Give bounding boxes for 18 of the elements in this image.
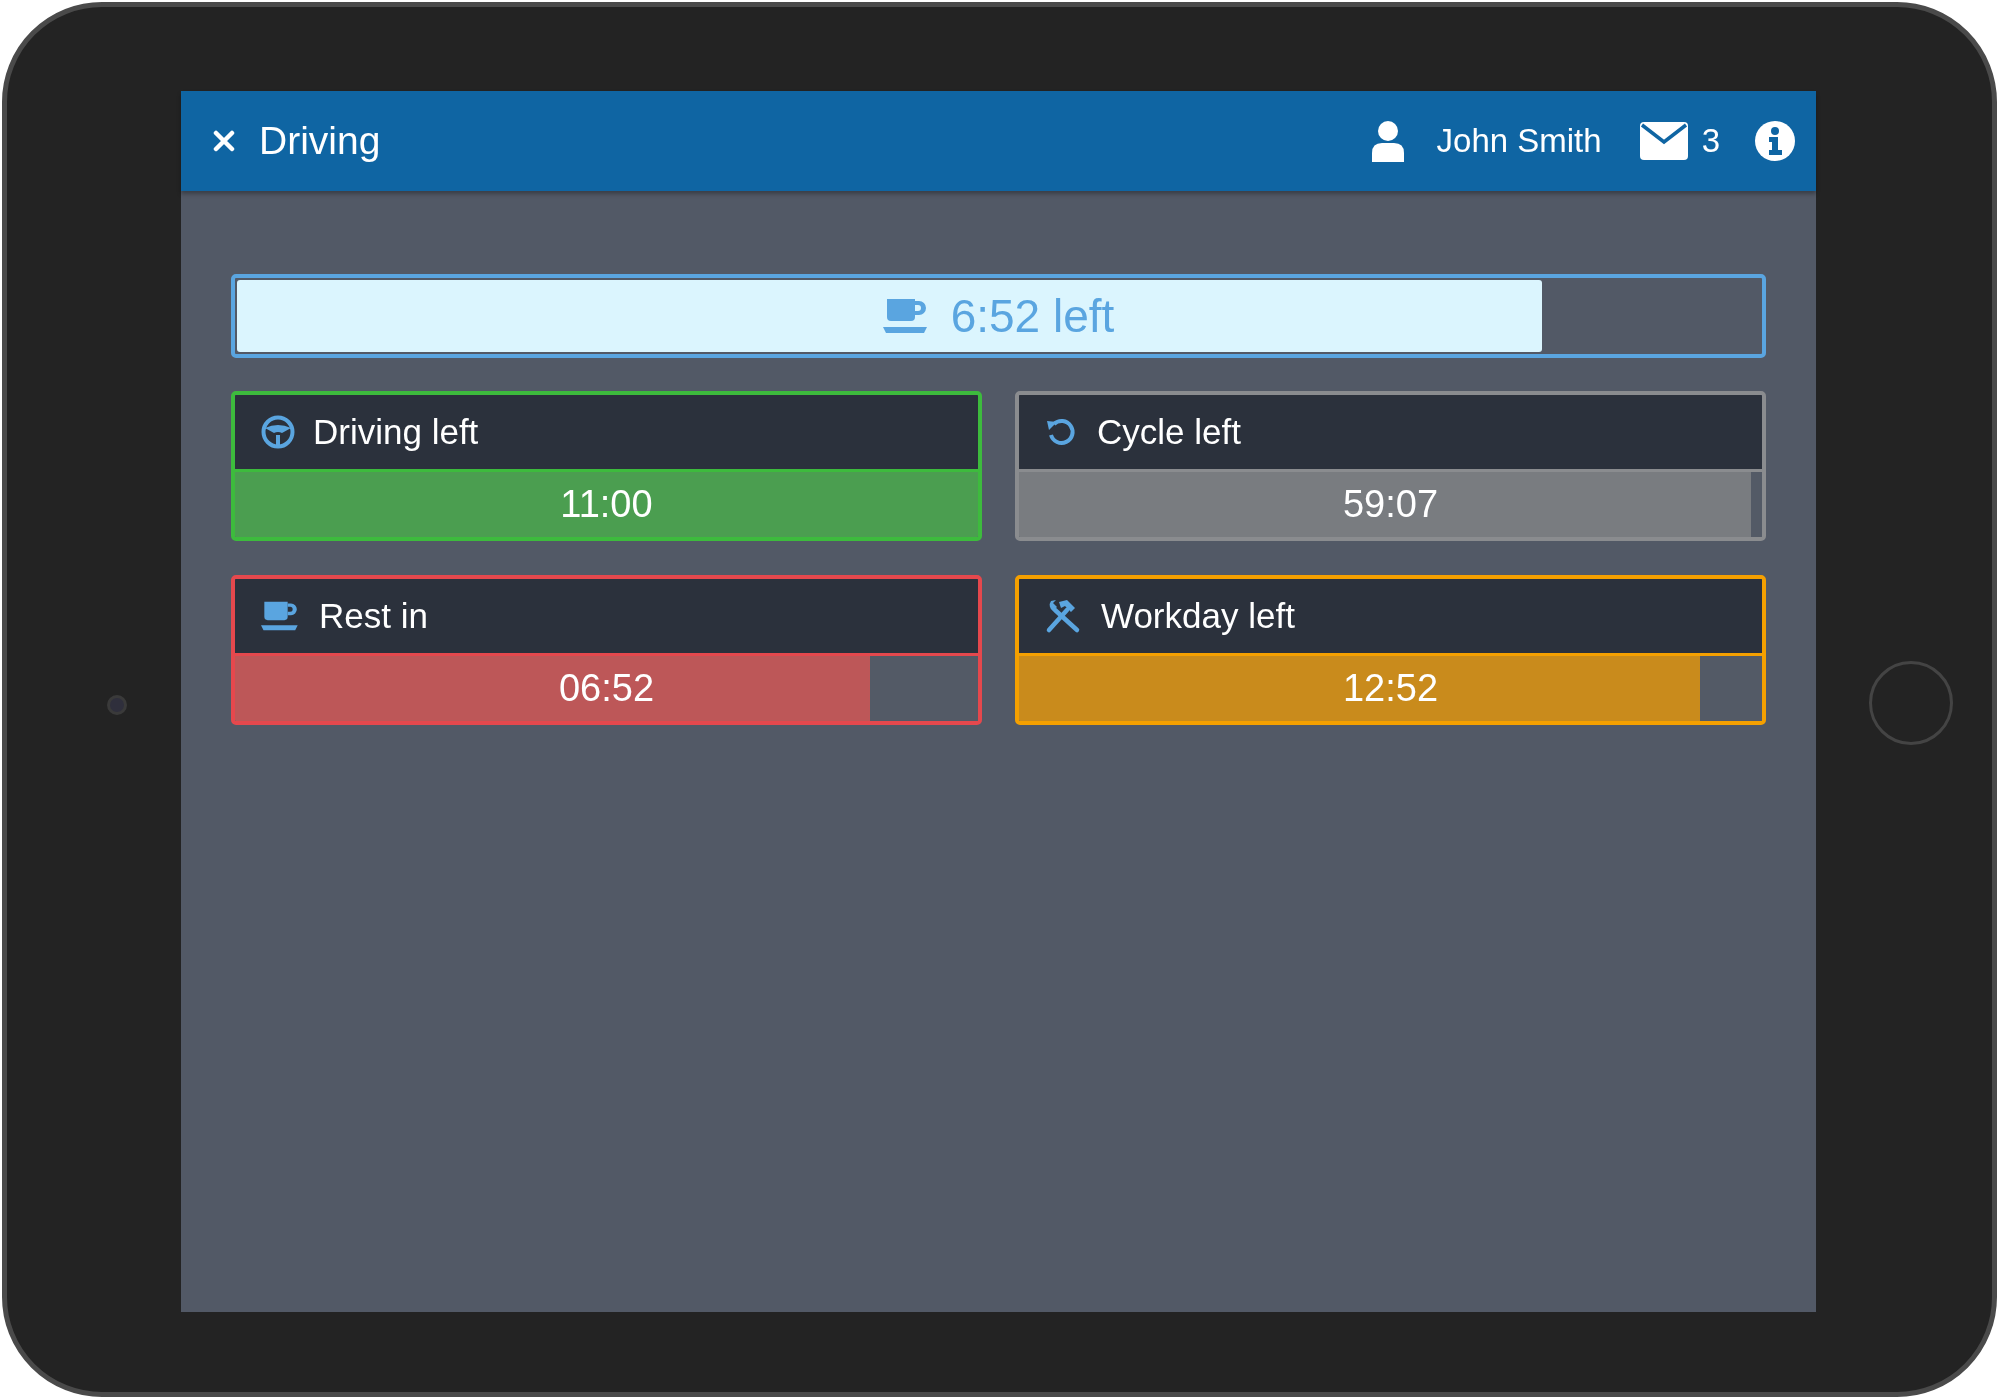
message-count[interactable]: 3 — [1701, 122, 1720, 160]
timer-label: Cycle left — [1097, 412, 1241, 452]
info-icon[interactable] — [1754, 120, 1796, 162]
user-name[interactable]: John Smith — [1436, 122, 1602, 160]
break-time-left: 6:52 left — [950, 289, 1115, 343]
camera-icon — [107, 695, 127, 715]
mail-icon[interactable] — [1639, 122, 1688, 160]
timer-value: 12:52 — [1341, 666, 1440, 711]
timer-label: Workday left — [1101, 596, 1295, 636]
timer-value: 59:07 — [1341, 482, 1440, 527]
user-icon[interactable] — [1370, 120, 1405, 162]
timer-label: Rest in — [319, 596, 428, 636]
screen-title: Driving — [259, 119, 381, 163]
timer-value: 11:00 — [559, 482, 654, 527]
close-icon[interactable] — [213, 130, 235, 152]
steering-wheel-icon — [261, 415, 295, 449]
timer-label: Driving left — [313, 412, 479, 452]
timer-value: 06:52 — [557, 666, 656, 711]
